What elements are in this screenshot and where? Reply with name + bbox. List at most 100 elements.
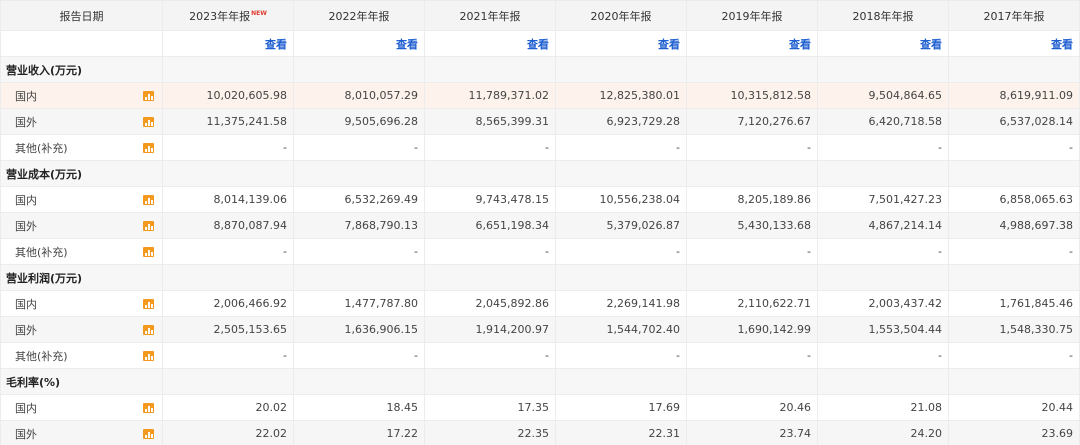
- value-cell: -: [293, 342, 425, 369]
- row-label: 国外: [15, 323, 37, 337]
- value-cell: 9,505,696.28: [293, 108, 425, 135]
- value-cell: 1,553,504.44: [817, 316, 949, 343]
- view-link-2023[interactable]: 查看: [265, 38, 287, 51]
- value-cell: 10,020,605.98: [162, 82, 294, 109]
- section-empty-cell: [162, 160, 294, 187]
- row-label: 其他(补充): [15, 245, 68, 259]
- section-empty-cell: [424, 368, 556, 395]
- value-cell: 1,914,200.97: [424, 316, 556, 343]
- table-row: 其他(补充) - - - - - - -: [0, 342, 1080, 369]
- value-cell: -: [162, 134, 294, 161]
- value-cell: 2,006,466.92: [162, 290, 294, 317]
- row-label: 其他(补充): [15, 349, 68, 363]
- section-empty-cell: [424, 264, 556, 291]
- row-label-cell: 国内: [0, 290, 163, 317]
- year-header: 2020年年报: [555, 0, 687, 31]
- value-cell: 6,537,028.14: [948, 108, 1080, 135]
- table-row: 国外 11,375,241.58 9,505,696.28 8,565,399.31 6…: [0, 108, 1080, 135]
- row-label: 国内: [15, 89, 37, 103]
- view-link-2022[interactable]: 查看: [396, 38, 418, 51]
- section-empty-cell: [817, 368, 949, 395]
- row-label: 国外: [15, 219, 37, 233]
- value-cell: 12,825,380.01: [555, 82, 687, 109]
- value-cell: 1,761,845.46: [948, 290, 1080, 317]
- section-empty-cell: [424, 56, 556, 83]
- value-cell: 1,548,330.75: [948, 316, 1080, 343]
- section-empty-cell: [293, 368, 425, 395]
- section-empty-cell: [555, 368, 687, 395]
- empty-cell: [0, 30, 163, 57]
- view-link-2019[interactable]: 查看: [789, 38, 811, 51]
- value-cell: 21.08: [817, 394, 949, 421]
- bar-chart-icon[interactable]: [143, 299, 154, 309]
- value-cell: -: [293, 134, 425, 161]
- section-empty-cell: [555, 264, 687, 291]
- section-header-row: 毛利率(%): [0, 368, 1080, 395]
- view-link-2020[interactable]: 查看: [658, 38, 680, 51]
- section-empty-cell: [162, 368, 294, 395]
- value-cell: 2,003,437.42: [817, 290, 949, 317]
- value-cell: 10,556,238.04: [555, 186, 687, 213]
- section-empty-cell: [162, 56, 294, 83]
- value-cell: 6,420,718.58: [817, 108, 949, 135]
- row-label: 国内: [15, 193, 37, 207]
- bar-chart-icon[interactable]: [143, 403, 154, 413]
- value-cell: -: [817, 134, 949, 161]
- view-cell: 查看: [555, 30, 687, 57]
- value-cell: 9,504,864.65: [817, 82, 949, 109]
- section-empty-cell: [817, 160, 949, 187]
- value-cell: -: [424, 238, 556, 265]
- value-cell: 7,868,790.13: [293, 212, 425, 239]
- row-label: 国外: [15, 115, 37, 129]
- view-link-2018[interactable]: 查看: [920, 38, 942, 51]
- view-link-2021[interactable]: 查看: [527, 38, 549, 51]
- section-empty-cell: [948, 368, 1080, 395]
- value-cell: 8,014,139.06: [162, 186, 294, 213]
- view-link-2017[interactable]: 查看: [1051, 38, 1073, 51]
- new-badge: NEW: [251, 9, 267, 17]
- value-cell: 8,619,911.09: [948, 82, 1080, 109]
- bar-chart-icon[interactable]: [143, 351, 154, 361]
- row-label-cell: 国内: [0, 394, 163, 421]
- table-row: 国外 2,505,153.65 1,636,906.15 1,914,200.97 1,…: [0, 316, 1080, 343]
- value-cell: 20.02: [162, 394, 294, 421]
- bar-chart-icon[interactable]: [143, 117, 154, 127]
- section-empty-cell: [162, 264, 294, 291]
- view-links-row: 查看 查看 查看 查看 查看 查看 查看: [0, 30, 1080, 57]
- row-label-cell: 国内: [0, 186, 163, 213]
- value-cell: -: [948, 342, 1080, 369]
- value-cell: 1,477,787.80: [293, 290, 425, 317]
- table-row: 国内 10,020,605.98 8,010,057.29 11,789,371.02…: [0, 82, 1080, 109]
- row-label-cell: 国外: [0, 212, 163, 239]
- year-header: 2023年年报NEW: [162, 0, 294, 31]
- value-cell: 9,743,478.15: [424, 186, 556, 213]
- row-label-cell: 其他(补充): [0, 238, 163, 265]
- value-cell: 20.44: [948, 394, 1080, 421]
- value-cell: -: [162, 342, 294, 369]
- value-cell: 2,045,892.86: [424, 290, 556, 317]
- bar-chart-icon[interactable]: [143, 221, 154, 231]
- bar-chart-icon[interactable]: [143, 247, 154, 257]
- row-label-cell: 其他(补充): [0, 342, 163, 369]
- value-cell: -: [424, 134, 556, 161]
- row-label-cell: 国外: [0, 316, 163, 343]
- value-cell: 5,379,026.87: [555, 212, 687, 239]
- table-row: 其他(补充) - - - - - - -: [0, 134, 1080, 161]
- view-cell: 查看: [686, 30, 818, 57]
- value-cell: 23.69: [948, 420, 1080, 445]
- bar-chart-icon[interactable]: [143, 91, 154, 101]
- value-cell: -: [162, 238, 294, 265]
- row-label: 国内: [15, 297, 37, 311]
- row-label: 国外: [15, 427, 37, 441]
- bar-chart-icon[interactable]: [143, 325, 154, 335]
- value-cell: 1,544,702.40: [555, 316, 687, 343]
- bar-chart-icon[interactable]: [143, 195, 154, 205]
- year-header-label: 2023年年报: [189, 9, 251, 23]
- bar-chart-icon[interactable]: [143, 143, 154, 153]
- table-row: 国内 20.02 18.45 17.35 17.69 20.46 21.08 20.44: [0, 394, 1080, 421]
- section-title: 毛利率(%): [0, 368, 163, 395]
- value-cell: -: [424, 342, 556, 369]
- bar-chart-icon[interactable]: [143, 429, 154, 439]
- section-header-row: 营业收入(万元): [0, 56, 1080, 83]
- value-cell: 17.69: [555, 394, 687, 421]
